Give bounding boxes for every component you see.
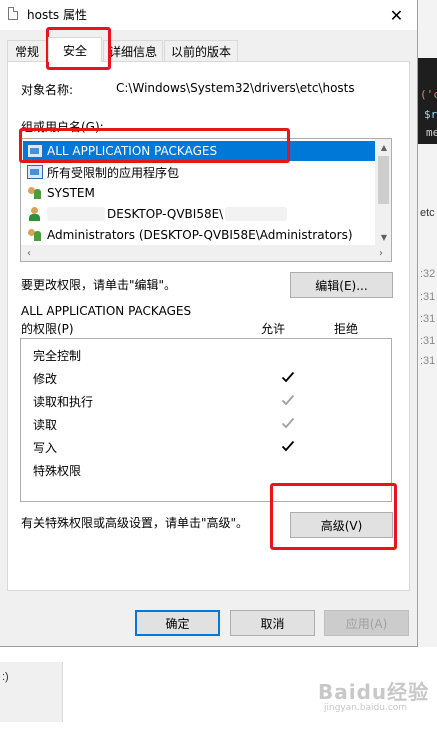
allow-header: 允许 [261,322,286,336]
title-bar: hosts 属性 ✕ [0,0,417,30]
check-icon [281,370,295,384]
permission-row: 修改 [33,367,383,389]
horizontal-scrollbar[interactable]: ‹ › [21,245,391,261]
check-icon [281,439,295,453]
user-name: Administrators (DESKTOP-QVBI58E\Administ… [47,228,353,242]
tab-bar: 常规 安全 详细信息 以前的版本 [0,30,417,62]
object-name-label: 对象名称: [21,83,74,97]
vertical-scrollbar[interactable]: ▲ ▼ [375,139,391,245]
object-name-value: C:\Windows\System32\drivers\etc\hosts [116,81,355,95]
package-icon [27,165,43,179]
scroll-right-icon[interactable]: › [373,245,389,261]
scroll-up-icon[interactable]: ▲ [376,139,391,155]
users-icon [27,228,43,242]
background-text: :31 [420,355,436,367]
permission-name: 读取和执行 [33,394,94,409]
deny-header: 拒绝 [334,322,359,336]
code-line: me [426,126,437,139]
user-name: SYSTEM [47,186,95,200]
watermark-url: jingyan.baidu.com [324,703,408,713]
code-line: ('c [420,88,437,101]
advanced-button[interactable]: 高级(V) [290,512,393,538]
permission-for-label: 的权限(P) [21,322,74,336]
background-text: :31 [420,291,436,303]
background-text: etc [420,207,435,219]
user-list[interactable]: ALL APPLICATION PACKAGES 所有受限制的应用程序包 SYS… [20,138,392,262]
redacted-text [225,207,288,221]
file-icon [8,7,18,20]
permission-name: 读取 [33,417,58,432]
ok-button[interactable]: 确定 [135,610,220,636]
tab-general[interactable]: 常规 [7,40,47,61]
redacted-text [47,207,105,221]
scrollbar-thumb[interactable] [378,156,389,204]
list-item[interactable]: DESKTOP-QVBI58E\ [23,204,375,224]
watermark-text: Baidu经验 [318,680,430,704]
package-icon [27,144,43,158]
permission-row: 完全控制 [33,344,383,366]
code-line: $r [424,108,437,121]
user-icon [27,207,43,221]
background-text: :32 [420,268,436,280]
list-item[interactable]: 所有受限制的应用程序包 [23,162,375,182]
background-sidebar [0,662,63,722]
background-text: :) [2,671,9,683]
permission-row: 写入 [33,436,383,458]
edit-button[interactable]: 编辑(E)... [290,272,393,298]
permission-row: 读取和执行 [33,390,383,412]
list-item[interactable]: Administrators (DESKTOP-QVBI58E\Administ… [23,225,375,245]
tab-previous-versions[interactable]: 以前的版本 [164,40,238,61]
cancel-button[interactable]: 取消 [230,610,315,636]
close-icon: ✕ [389,5,404,25]
background-text: :31 [420,335,436,347]
apply-button[interactable]: 应用(A) [324,610,409,636]
permission-target-name: ALL APPLICATION PACKAGES [21,304,192,318]
list-item[interactable]: SYSTEM [23,183,375,203]
change-permission-hint: 要更改权限，请单击"编辑"。 [21,278,177,292]
close-button[interactable]: ✕ [376,0,417,30]
users-icon [27,186,43,200]
scroll-down-icon[interactable]: ▼ [376,229,391,245]
tab-security[interactable]: 安全 [48,37,102,62]
permission-name: 完全控制 [33,348,82,363]
user-name: DESKTOP-QVBI58E\ [107,207,224,221]
user-name: ALL APPLICATION PACKAGES [47,144,218,158]
watermark-logo: Baidu经验 jingyan.baidu.com [318,676,429,713]
permission-name: 写入 [33,440,58,455]
tab-details[interactable]: 详细信息 [103,40,163,61]
background-code-editor: ('c $r me [418,58,437,144]
background-text: :31 [420,313,436,325]
permission-row: 特殊权限 [33,459,383,481]
list-item[interactable]: ALL APPLICATION PACKAGES [23,141,375,161]
permission-row: 读取 [33,413,383,435]
permission-name: 特殊权限 [33,463,82,478]
advanced-hint: 有关特殊权限或高级设置，请单击"高级"。 [21,516,249,530]
permission-name: 修改 [33,371,58,386]
user-name: 所有受限制的应用程序包 [47,165,180,180]
group-user-label: 组或用户名(G): [21,120,104,134]
check-grey-icon [281,416,295,430]
permission-list: 完全控制 修改 读取和执行 读取 写入 特殊权限 [20,338,392,502]
properties-dialog: hosts 属性 ✕ 常规 安全 详细信息 以前的版本 对象名称: C:\Win… [0,0,418,647]
check-grey-icon [281,393,295,407]
scroll-left-icon[interactable]: ‹ [21,245,37,261]
window-title: hosts 属性 [27,8,87,22]
